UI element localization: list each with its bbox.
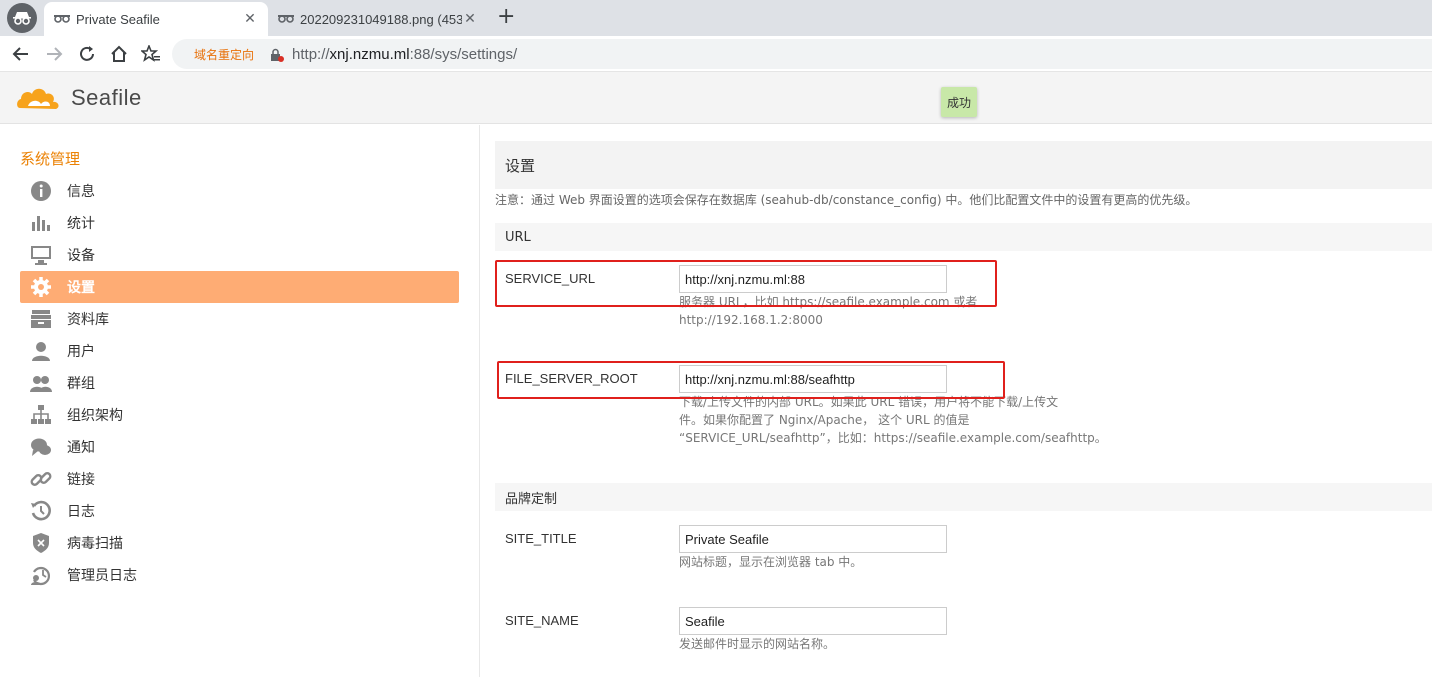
sidebar-item-virus-scan[interactable]: 病毒扫描: [20, 527, 459, 559]
section-url: URL: [495, 223, 1432, 251]
incognito-tab-icon: [54, 11, 70, 27]
site-name-help: 发送邮件时显示的网站名称。: [679, 637, 836, 651]
bookmark-star-icon[interactable]: [140, 43, 162, 65]
seafile-header: Seafile 成功: [0, 72, 1432, 124]
bar-chart-icon: [30, 212, 52, 234]
history-icon: [30, 500, 52, 522]
sidebar-item-label: 资料库: [67, 312, 109, 328]
close-icon[interactable]: ✕: [462, 11, 478, 27]
main-area: 系统管理 信息 统计 设备 设置 资料库 用户 群组 组织架构 通知 链接 日志…: [0, 125, 1432, 677]
seafile-logo-icon: [17, 88, 59, 109]
highlight-box: [495, 260, 997, 307]
tab-title: 202209231049188.png (453: [300, 11, 462, 27]
sidebar-item-label: 组织架构: [67, 408, 123, 424]
insecure-lock-icon[interactable]: [270, 47, 285, 62]
sidebar: 系统管理 信息 统计 设备 设置 资料库 用户 群组 组织架构 通知 链接 日志…: [0, 125, 480, 677]
sidebar-item-label: 统计: [67, 216, 95, 232]
tab-image[interactable]: 202209231049188.png (453 ✕: [268, 2, 488, 36]
sidebar-item-label: 群组: [67, 376, 95, 392]
info-icon: [30, 180, 52, 202]
group-icon: [30, 372, 52, 394]
sidebar-item-libraries[interactable]: 资料库: [20, 303, 459, 335]
back-arrow-icon[interactable]: [10, 43, 32, 65]
success-toast: 成功: [941, 87, 977, 117]
site-name-label: SITE_NAME: [505, 613, 579, 628]
sidebar-item-logs[interactable]: 日志: [20, 495, 459, 527]
sidebar-item-label: 用户: [67, 344, 95, 360]
new-tab-button[interactable]: +: [497, 6, 515, 28]
sidebar-heading: 系统管理: [20, 150, 81, 168]
sidebar-item-groups[interactable]: 群组: [20, 367, 459, 399]
sidebar-item-label: 通知: [67, 440, 95, 456]
sidebar-item-org[interactable]: 组织架构: [20, 399, 459, 431]
highlight-box: [497, 361, 1005, 399]
sidebar-item-label: 管理员日志: [67, 568, 137, 584]
link-icon: [30, 468, 52, 490]
gear-icon: [30, 276, 52, 298]
sidebar-item-label: 病毒扫描: [67, 536, 123, 552]
sidebar-item-stats[interactable]: 统计: [20, 207, 459, 239]
user-icon: [30, 340, 52, 362]
reload-icon[interactable]: [76, 43, 98, 65]
browser-toolbar: 域名重定向 http://xnj.nzmu.ml:88/sys/settings…: [0, 36, 1432, 72]
site-title-input[interactable]: Private Seafile: [679, 525, 947, 553]
sidebar-nav: 信息 统计 设备 设置 资料库 用户 群组 组织架构 通知 链接 日志 病毒扫描…: [20, 175, 459, 591]
sidebar-item-admin-logs[interactable]: 管理员日志: [20, 559, 459, 591]
url-text[interactable]: http://xnj.nzmu.ml:88/sys/settings/: [292, 46, 517, 63]
browser-tab-strip: Private Seafile ✕ 202209231049188.png (4…: [0, 0, 1432, 36]
tab-private-seafile[interactable]: Private Seafile ✕: [44, 2, 268, 36]
logo-text: Seafile: [71, 85, 142, 110]
incognito-icon[interactable]: [7, 3, 37, 33]
admin-log-icon: [30, 564, 52, 586]
sidebar-item-label: 设备: [67, 248, 95, 264]
close-icon[interactable]: ✕: [242, 11, 258, 27]
section-branding: 品牌定制: [495, 483, 1432, 511]
site-title-label: SITE_TITLE: [505, 531, 577, 546]
sidebar-item-links[interactable]: 链接: [20, 463, 459, 495]
sidebar-item-label: 设置: [67, 280, 95, 296]
home-icon[interactable]: [108, 43, 130, 65]
redirect-label: 域名重定向: [194, 47, 255, 62]
settings-note: 注意：通过 Web 界面设置的选项会保存在数据库 (seahub-db/cons…: [495, 193, 1198, 207]
sidebar-item-label: 链接: [67, 472, 95, 488]
site-title-help: 网站标题，显示在浏览器 tab 中。: [679, 555, 863, 569]
address-bar[interactable]: 域名重定向 http://xnj.nzmu.ml:88/sys/settings…: [172, 39, 1432, 69]
sidebar-item-settings[interactable]: 设置: [20, 271, 459, 303]
sidebar-item-users[interactable]: 用户: [20, 335, 459, 367]
sidebar-item-label: 日志: [67, 504, 95, 520]
sidebar-item-notifications[interactable]: 通知: [20, 431, 459, 463]
incognito-tab-icon: [278, 11, 294, 27]
sidebar-item-devices[interactable]: 设备: [20, 239, 459, 271]
chat-icon: [30, 436, 52, 458]
sidebar-item-info[interactable]: 信息: [20, 175, 459, 207]
seafile-logo[interactable]: Seafile: [16, 82, 142, 114]
org-chart-icon: [30, 404, 52, 426]
tab-title: Private Seafile: [76, 11, 160, 27]
library-icon: [30, 308, 52, 330]
site-name-input[interactable]: Seafile: [679, 607, 947, 635]
monitor-icon: [30, 244, 52, 266]
sidebar-item-label: 信息: [67, 184, 95, 200]
shield-icon: [30, 532, 52, 554]
file-server-root-help: 下载/上传文件的内部 URL。如果此 URL 错误，用户将不能下载/上传文 件。…: [679, 395, 1107, 445]
page-title: 设置: [495, 141, 1432, 189]
forward-arrow-icon[interactable]: [43, 43, 65, 65]
